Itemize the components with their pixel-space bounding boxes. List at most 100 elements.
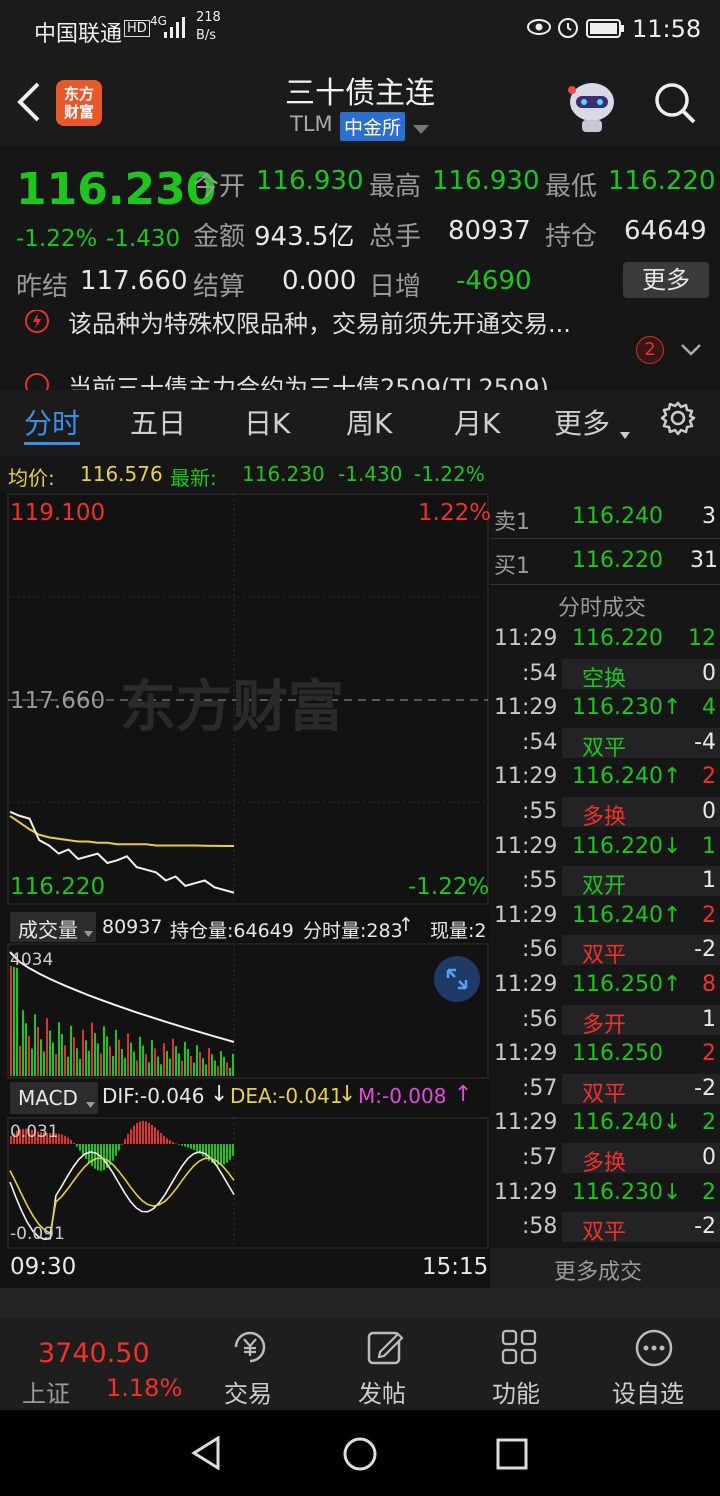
volume-bar bbox=[166, 1051, 168, 1076]
search-icon[interactable] bbox=[652, 80, 698, 130]
volume-bar bbox=[124, 1058, 126, 1076]
macd-indicator-select[interactable]: MACD bbox=[10, 1082, 98, 1114]
volume-max-label: 4034 bbox=[10, 950, 54, 970]
open-label: 今开 bbox=[193, 172, 246, 202]
tick-volume: 2 bbox=[702, 1110, 716, 1136]
trade-button[interactable]: 交易 bbox=[212, 1318, 288, 1410]
nav-home-icon[interactable] bbox=[342, 1436, 378, 1476]
tick-time: 11:29 bbox=[494, 1041, 558, 1067]
watermark: 东方财富 bbox=[120, 675, 344, 740]
order-book-panel: 卖1 116.240 3 买1 116.220 31 分时成交 11:29 116… bbox=[490, 492, 720, 1288]
volume-bar bbox=[58, 1022, 60, 1076]
tab-more[interactable]: 更多 bbox=[554, 402, 610, 442]
battery-icon bbox=[586, 18, 626, 46]
tick-volume: -2 bbox=[694, 1075, 716, 1101]
tick-time: :54 bbox=[522, 660, 558, 686]
macd-bar bbox=[61, 1134, 63, 1144]
robot-assistant-icon[interactable] bbox=[562, 76, 622, 138]
macd-bar bbox=[91, 1144, 93, 1167]
change-amount: -1.430 bbox=[106, 226, 181, 252]
back-icon[interactable] bbox=[14, 80, 44, 128]
nav-recents-icon[interactable] bbox=[496, 1438, 528, 1474]
add-watchlist-button[interactable]: 设自选 bbox=[604, 1318, 704, 1410]
index-ticker[interactable]: 3740.50 上证 1.18% bbox=[0, 1318, 190, 1410]
macd-bar bbox=[115, 1144, 117, 1156]
tick-volume: -2 bbox=[694, 937, 716, 963]
nav-back-icon[interactable] bbox=[190, 1435, 222, 1474]
volume-bar bbox=[73, 1037, 75, 1076]
tab-intraday[interactable]: 分时 bbox=[24, 402, 80, 442]
tick-volume: 1 bbox=[702, 1006, 716, 1032]
volume-bar bbox=[91, 1022, 93, 1076]
low-label: 最低 bbox=[545, 172, 598, 202]
macd-bar bbox=[223, 1144, 225, 1165]
tick-volume: 1 bbox=[702, 868, 716, 894]
volume-bar bbox=[232, 1053, 234, 1076]
dea-value: DEA:-0.041 bbox=[230, 1084, 343, 1108]
sell1-label: 卖1 bbox=[494, 510, 530, 535]
tab-weekly-k[interactable]: 周K bbox=[346, 402, 392, 442]
macd-bar bbox=[85, 1144, 87, 1159]
tick-volume: 4 bbox=[702, 695, 716, 721]
settings-gear-icon[interactable] bbox=[660, 400, 696, 443]
volume-bar bbox=[82, 1029, 84, 1076]
volume-bar bbox=[184, 1041, 186, 1076]
tick-time: 11:29 bbox=[494, 764, 558, 790]
dea-down-arrow-icon: ↓ bbox=[338, 1082, 357, 1107]
volume-bar bbox=[79, 1059, 81, 1076]
prev-settle-label: 昨结 bbox=[16, 272, 69, 302]
volume-bar bbox=[13, 966, 15, 1076]
volume-indicator-select[interactable]: 成交量 bbox=[10, 912, 96, 942]
instrument-code: TLM bbox=[290, 112, 333, 136]
tick-row: :57 双平 -2 bbox=[490, 1072, 720, 1107]
up-arrow-icon: ↑ bbox=[398, 914, 414, 936]
latest-pct: -1.22% bbox=[414, 462, 485, 486]
system-nav-bar bbox=[0, 1410, 720, 1496]
alert-banner[interactable]: 该品种为特殊权限品种，交易前须先开通交易... 2 当前三十债主力合约为三十债2… bbox=[0, 310, 720, 390]
tab-daily-k[interactable]: 日K bbox=[244, 402, 290, 442]
macd-bar bbox=[127, 1133, 129, 1144]
volume-bar bbox=[10, 966, 12, 1076]
tick-volume: 2 bbox=[702, 764, 716, 790]
tick-type: 双平 bbox=[582, 1220, 627, 1246]
low-value: 116.220 bbox=[608, 166, 716, 196]
volume-bar bbox=[211, 1054, 213, 1076]
volume-bar bbox=[43, 1051, 45, 1076]
macd-bar bbox=[121, 1144, 123, 1145]
macd-bar bbox=[178, 1144, 180, 1145]
tab-five-day[interactable]: 五日 bbox=[130, 402, 186, 442]
speed-value: 218 bbox=[196, 10, 221, 25]
expand-chevron-icon[interactable] bbox=[680, 342, 702, 361]
function-button[interactable]: 功能 bbox=[480, 1318, 556, 1410]
macd-bar bbox=[145, 1121, 147, 1144]
macd-bar bbox=[73, 1143, 75, 1144]
tick-row: 11:29 116.230↑ 4 bbox=[490, 691, 720, 725]
expand-chart-icon[interactable] bbox=[434, 956, 480, 1002]
volume-bar bbox=[145, 1054, 147, 1076]
intraday-chart[interactable]: 东方财富 119.100 1.22% 117.660 116.220 -1.22… bbox=[0, 492, 491, 1288]
time-start: 09:30 bbox=[10, 1254, 77, 1280]
status-bar: 中国联通 HD 4G 218 B/s 11:58 bbox=[0, 0, 720, 58]
sell1-row: 卖1 116.240 3 bbox=[490, 496, 720, 535]
app-logo[interactable]: 东方 财富 bbox=[56, 80, 102, 126]
macd-bar bbox=[157, 1130, 159, 1144]
volume-bar bbox=[169, 1058, 171, 1076]
volume-bar bbox=[40, 1039, 42, 1076]
volume-bar bbox=[100, 1053, 102, 1076]
macd-bar bbox=[70, 1140, 72, 1144]
tab-monthly-k[interactable]: 月K bbox=[454, 402, 500, 442]
exchange-dropdown-icon[interactable] bbox=[413, 120, 429, 139]
tick-time: 11:29 bbox=[494, 1110, 558, 1136]
page-title: 三十债主连 bbox=[285, 76, 435, 111]
tick-time: :56 bbox=[522, 1006, 558, 1032]
tick-time: 11:29 bbox=[494, 833, 558, 859]
macd-bar bbox=[184, 1144, 186, 1147]
more-quote-button[interactable]: 更多 bbox=[623, 262, 709, 298]
post-button[interactable]: 发帖 bbox=[346, 1318, 422, 1410]
tick-volume: 0 bbox=[702, 799, 716, 824]
volume-bar bbox=[22, 1010, 24, 1076]
macd-bar bbox=[67, 1137, 69, 1144]
tick-price: 116.220 bbox=[572, 626, 663, 651]
more-trades-button[interactable]: 更多成交 bbox=[490, 1248, 720, 1288]
current-volume: 现量:2 bbox=[430, 916, 486, 943]
